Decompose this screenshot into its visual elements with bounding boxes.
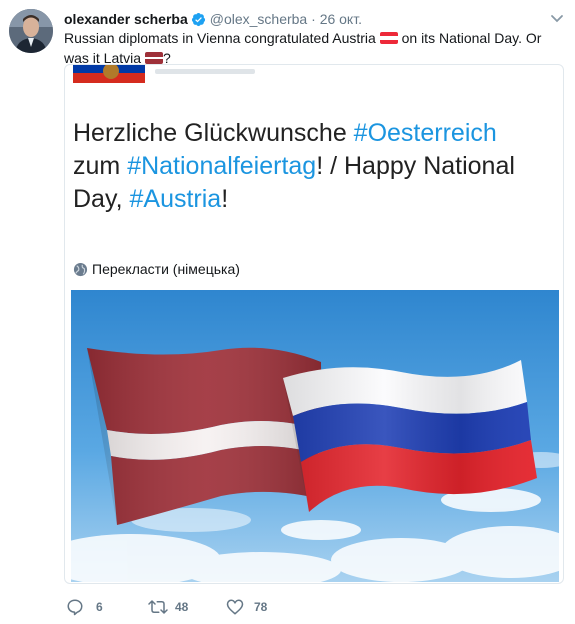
reply-icon [67,599,83,616]
hashtag-austria[interactable]: #Austria [130,185,222,213]
verified-badge-icon [191,12,205,27]
austria-flag-icon [379,32,398,44]
translate-label: Перекласти (німецька) [92,261,240,277]
tweet-text: Russian diplomats in Vienna congratulate… [64,28,570,68]
quoted-text: Herzliche Glückwunsche #Oesterreich zum … [73,117,553,216]
action-bar: 6 48 78 [64,596,464,616]
retweet-count: 48 [175,600,189,614]
tweet-date[interactable]: 26 окт. [320,11,362,27]
flags-photo[interactable] [71,290,559,582]
globe-icon [73,262,88,277]
quoted-header-placeholder [155,69,255,74]
quoted-line2-text-b: ! / Happy National [316,152,515,180]
quoted-line3-text: Day, [73,185,130,213]
reply-count: 6 [96,600,103,614]
quoted-line1-text: Herzliche Glückwunsche [73,119,354,147]
tweet[interactable]: olexander scherba @olex_scherba · 26 окт.… [0,0,575,624]
hashtag-oesterreich[interactable]: #Oesterreich [354,119,497,147]
author-name[interactable]: olexander scherba [64,11,188,27]
avatar[interactable] [9,9,53,53]
heart-icon [226,599,244,615]
tweet-text-part1: Russian diplomats in Vienna congratulate… [64,30,376,46]
latvia-flag-icon [144,52,163,64]
like-count: 78 [254,600,268,614]
separator-dot: · [311,11,316,27]
quoted-line3-end: ! [221,185,229,213]
translate-link[interactable]: Перекласти (німецька) [73,259,240,279]
russia-flag-image [283,360,537,512]
quoted-line2-text-a: zum [73,152,128,180]
author-handle[interactable]: @olex_scherba [210,11,308,27]
quoted-image-card[interactable]: Herzliche Glückwunsche #Oesterreich zum … [64,64,564,584]
retweet-icon [148,600,168,614]
quoted-avatar [73,65,145,83]
tweet-header: olexander scherba @olex_scherba · 26 окт. [64,9,565,29]
chevron-down-icon[interactable] [549,9,565,29]
hashtag-nationalfeiertag[interactable]: #Nationalfeiertag [127,152,316,180]
